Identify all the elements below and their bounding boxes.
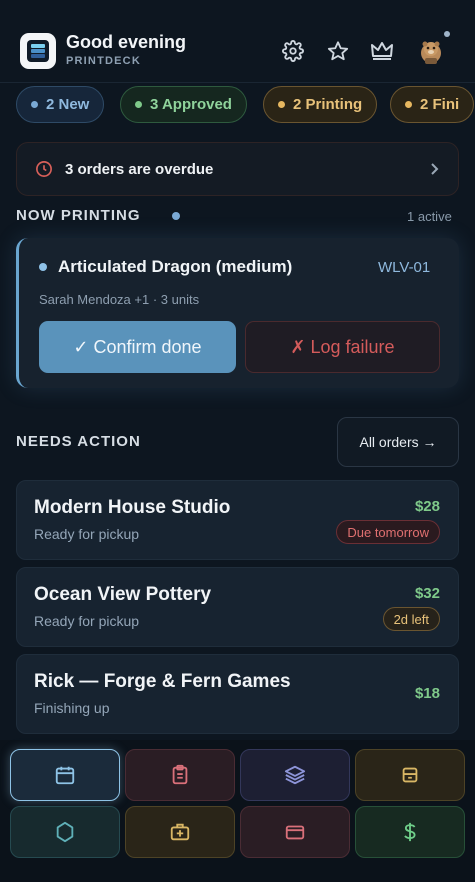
chip-label: 2 Printing bbox=[293, 96, 363, 113]
nav-materials[interactable] bbox=[10, 806, 120, 858]
clipboard-icon bbox=[172, 764, 188, 785]
nav-layers[interactable] bbox=[240, 749, 350, 801]
chip-dot bbox=[135, 101, 142, 108]
nav-calendar[interactable] bbox=[10, 749, 120, 801]
overdue-banner[interactable]: 3 orders are overdue bbox=[16, 142, 459, 196]
order-price: $18 bbox=[414, 685, 440, 702]
chevron-right-icon bbox=[431, 163, 439, 175]
hexagon-icon bbox=[56, 821, 74, 843]
app-logo bbox=[20, 33, 56, 69]
order-price: $28 bbox=[414, 498, 440, 515]
job-status-dot bbox=[39, 263, 47, 271]
job-code: WLV-01 bbox=[378, 259, 431, 276]
greeting-title: Good evening bbox=[66, 32, 187, 52]
job-meta: Sarah Mendoza +1 · 3 units bbox=[39, 292, 200, 307]
nav-finances[interactable] bbox=[355, 806, 465, 858]
layers-icon bbox=[284, 765, 306, 785]
chip-dot bbox=[405, 101, 412, 108]
live-dot bbox=[172, 212, 180, 220]
order-name: Modern House Studio bbox=[34, 497, 231, 518]
chip-label: 2 New bbox=[46, 96, 90, 113]
chip-new[interactable]: 2 New bbox=[16, 86, 105, 123]
order-card[interactable]: Ocean View Pottery Ready for pickup $32 … bbox=[16, 567, 459, 647]
crown-icon[interactable] bbox=[369, 38, 395, 64]
chip-label: 2 Fini bbox=[420, 96, 460, 113]
chip-finishing[interactable]: 2 Fini bbox=[390, 86, 475, 123]
calendar-icon bbox=[55, 766, 75, 785]
chip-dot bbox=[278, 101, 285, 108]
dollar-icon bbox=[404, 822, 416, 842]
stack-icon bbox=[27, 40, 49, 62]
nav-maintenance[interactable] bbox=[125, 806, 235, 858]
order-card[interactable]: Modern House Studio Ready for pickup $28… bbox=[16, 480, 459, 560]
bottom-nav bbox=[0, 740, 475, 882]
medical-kit-icon bbox=[170, 823, 190, 841]
credit-card-icon bbox=[285, 825, 305, 840]
now-printing-title: NOW PRINTING bbox=[16, 207, 141, 224]
archive-box-icon bbox=[402, 767, 418, 783]
confirm-done-button[interactable]: ✓ Confirm done bbox=[39, 321, 236, 373]
status-chips: 2 New 3 Approved 2 Printing 2 Fini bbox=[0, 86, 475, 124]
active-count: 1 active bbox=[407, 209, 452, 224]
nav-inventory[interactable] bbox=[355, 749, 465, 801]
order-card[interactable]: Rick — Forge & Fern Games Finishing up $… bbox=[16, 654, 459, 734]
all-orders-button[interactable]: All orders → bbox=[337, 417, 459, 467]
notification-dot bbox=[444, 31, 450, 37]
clock-icon bbox=[36, 161, 52, 177]
needs-action-title: NEEDS ACTION bbox=[16, 433, 141, 450]
order-status: Ready for pickup bbox=[34, 526, 140, 542]
brand-name: PRINTDECK bbox=[66, 55, 141, 67]
user-avatar[interactable] bbox=[416, 36, 446, 66]
chip-label: 3 Approved bbox=[150, 96, 232, 113]
overdue-text: 3 orders are overdue bbox=[65, 160, 214, 178]
order-status: Finishing up bbox=[34, 700, 110, 716]
settings-gear-icon[interactable] bbox=[280, 38, 306, 64]
due-badge: Due tomorrow bbox=[336, 520, 440, 544]
nav-payments[interactable] bbox=[240, 806, 350, 858]
star-icon[interactable] bbox=[325, 38, 351, 64]
job-name: Articulated Dragon (medium) bbox=[58, 257, 293, 276]
chip-approved[interactable]: 3 Approved bbox=[120, 86, 247, 123]
nav-orders[interactable] bbox=[125, 749, 235, 801]
order-name: Rick — Forge & Fern Games bbox=[34, 671, 291, 692]
order-name: Ocean View Pottery bbox=[34, 584, 212, 605]
log-failure-button[interactable]: ✗ Log failure bbox=[245, 321, 440, 373]
due-badge: 2d left bbox=[382, 607, 440, 631]
chip-printing[interactable]: 2 Printing bbox=[263, 86, 378, 123]
order-price: $32 bbox=[414, 585, 440, 602]
chip-dot bbox=[31, 101, 38, 108]
order-status: Ready for pickup bbox=[34, 613, 140, 629]
header-divider bbox=[0, 82, 475, 83]
